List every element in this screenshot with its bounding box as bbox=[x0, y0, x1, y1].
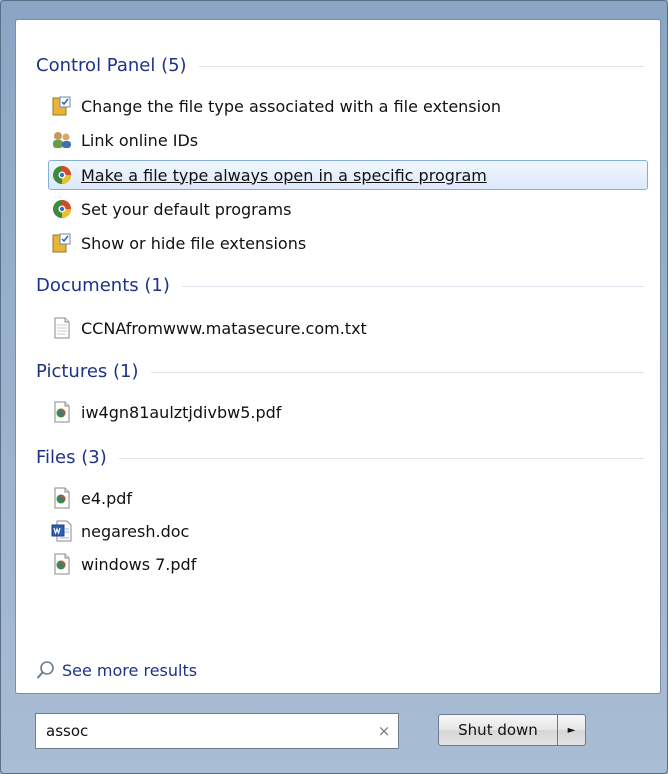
result-item[interactable]: Change the file type associated with a f… bbox=[48, 91, 648, 121]
result-label: Show or hide file extensions bbox=[81, 233, 307, 253]
result-item[interactable]: Show or hide file extensions bbox=[48, 228, 648, 258]
group-header-control-panel: Control Panel (5) bbox=[36, 51, 644, 79]
result-item[interactable]: e4.pdf bbox=[48, 483, 648, 513]
result-item[interactable]: negaresh.doc bbox=[48, 516, 648, 546]
result-label: negaresh.doc bbox=[81, 521, 190, 541]
group-header-pictures: Pictures (1) bbox=[36, 357, 644, 385]
result-label: iw4gn81aulztjdivbw5.pdf bbox=[81, 402, 282, 422]
shutdown-button-group: Shut down ► bbox=[438, 714, 586, 746]
group-header-documents: Documents (1) bbox=[36, 271, 644, 299]
search-results-panel: Control Panel (5) Change the file type a… bbox=[15, 19, 661, 694]
result-label: Make a file type always open in a specif… bbox=[81, 165, 487, 185]
result-item-selected[interactable]: Make a file type always open in a specif… bbox=[48, 160, 648, 190]
users-icon bbox=[53, 132, 71, 148]
default-programs-icon bbox=[53, 200, 71, 218]
folder-options-icon bbox=[52, 96, 71, 116]
result-item[interactable]: Link online IDs bbox=[48, 125, 648, 155]
result-item[interactable]: Set your default programs bbox=[48, 194, 648, 224]
word-file-icon bbox=[51, 520, 72, 542]
result-item[interactable]: CCNAfromwww.matasecure.com.txt bbox=[48, 313, 648, 343]
search-input[interactable] bbox=[36, 713, 370, 749]
shutdown-options-arrow-icon[interactable]: ► bbox=[558, 714, 586, 746]
default-programs-icon bbox=[53, 166, 71, 184]
see-more-label: See more results bbox=[62, 660, 198, 680]
see-more-results-link[interactable]: See more results bbox=[36, 656, 197, 684]
result-label: Set your default programs bbox=[81, 199, 292, 219]
shutdown-button[interactable]: Shut down bbox=[438, 714, 558, 746]
group-title: Control Panel (5) bbox=[36, 54, 187, 76]
result-label: Link online IDs bbox=[81, 130, 199, 150]
result-label: e4.pdf bbox=[81, 488, 133, 508]
search-box[interactable]: × bbox=[35, 713, 399, 749]
group-divider bbox=[150, 372, 644, 373]
result-label: windows 7.pdf bbox=[81, 554, 197, 574]
result-item[interactable]: windows 7.pdf bbox=[48, 549, 648, 579]
result-label: CCNAfromwww.matasecure.com.txt bbox=[81, 318, 367, 338]
pdf-file-icon bbox=[54, 401, 70, 423]
pdf-file-icon bbox=[54, 553, 70, 575]
group-divider bbox=[118, 458, 644, 459]
text-file-icon bbox=[54, 317, 70, 339]
folder-options-icon bbox=[52, 233, 71, 253]
pdf-file-icon bbox=[54, 487, 70, 509]
group-divider bbox=[181, 286, 644, 287]
result-label: Change the file type associated with a f… bbox=[81, 96, 502, 116]
group-title: Documents (1) bbox=[36, 274, 170, 296]
group-title: Pictures (1) bbox=[36, 360, 139, 382]
result-item[interactable]: iw4gn81aulztjdivbw5.pdf bbox=[48, 397, 648, 427]
clear-search-icon[interactable]: × bbox=[370, 722, 398, 740]
group-header-files: Files (3) bbox=[36, 443, 644, 471]
group-divider bbox=[198, 66, 644, 67]
start-menu: Control Panel (5) Change the file type a… bbox=[0, 0, 668, 774]
group-title: Files (3) bbox=[36, 446, 107, 468]
search-icon bbox=[36, 661, 54, 679]
